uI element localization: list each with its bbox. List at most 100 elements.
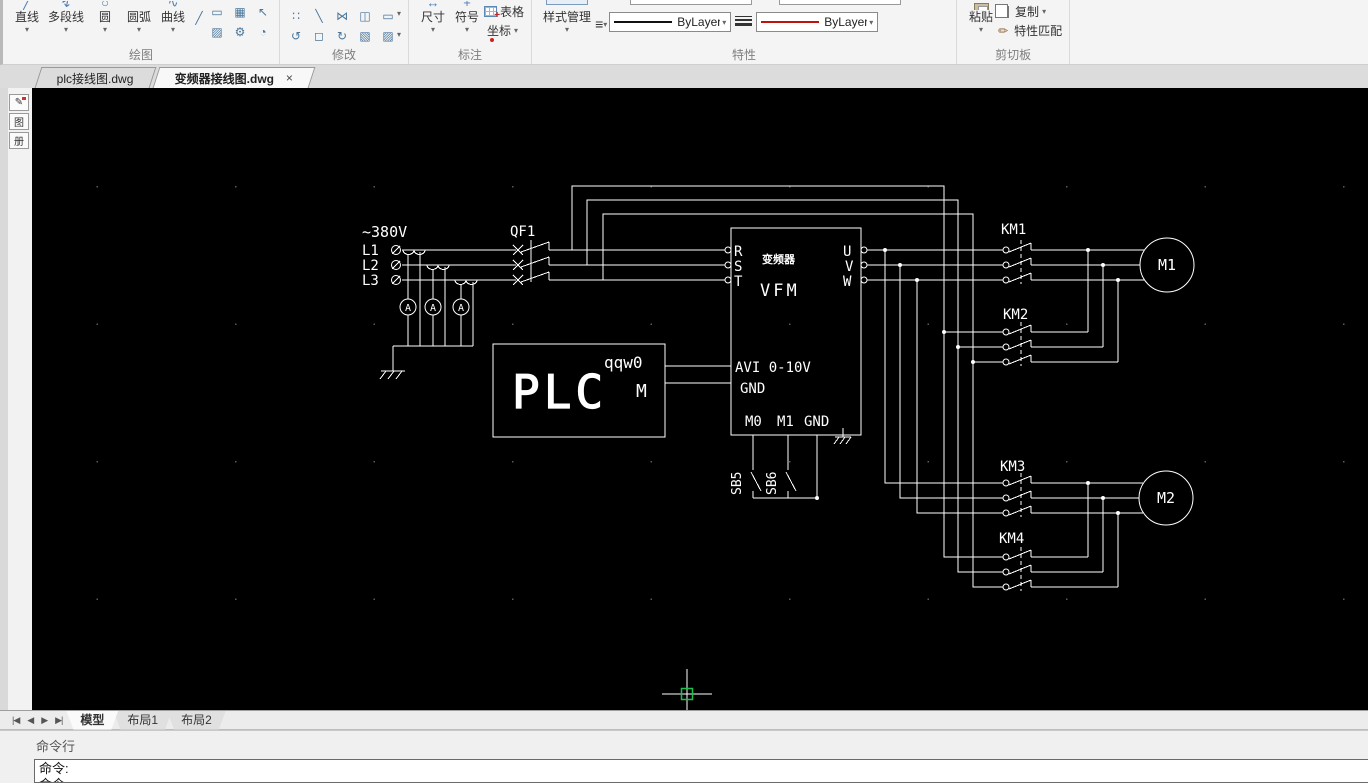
polyline-tool-button[interactable]: ↯ 多段线 ▾ (44, 1, 88, 34)
table-icon (484, 6, 497, 17)
doc-tab-plc[interactable]: plc接线图.dwg (35, 67, 157, 88)
wire-vfm-bottom (751, 435, 817, 498)
chevron-down-icon: ▾ (1042, 7, 1046, 16)
arc-tool-button[interactable]: ⌒ 圆弧 ▾ (122, 1, 156, 34)
nav-first-icon[interactable]: |◀ (12, 715, 19, 726)
tab-layout1[interactable]: 布局1 (113, 711, 172, 730)
coordinate-button[interactable]: 坐标 ▾ (484, 21, 524, 40)
close-icon[interactable]: × (286, 71, 293, 85)
chevron-down-icon: ▾ (514, 26, 518, 35)
chevron-down-icon: ▾ (431, 25, 435, 34)
fillet-tool-button[interactable]: ◻ (310, 27, 328, 45)
doc-tab-inverter[interactable]: 变频器接线图.dwg × (152, 67, 315, 88)
vfm-terminal-u (861, 247, 867, 253)
schematic-label: GND (804, 414, 829, 430)
layout-tabbar: |◀ ◀ ▶ ▶| 模型 布局1 布局2 (0, 710, 1368, 730)
chevron-down-icon: ▾ (103, 25, 107, 34)
sheet-tool-icon[interactable]: 图 (9, 113, 29, 130)
move-tool-button[interactable]: ∷ (287, 7, 305, 25)
copy-button[interactable]: 复制 ▾ (998, 2, 1062, 21)
annotate-tool-icon[interactable]: ✎ (9, 94, 29, 111)
schematic-label: qqw0 (604, 353, 643, 372)
color-combo-partial (779, 0, 901, 5)
album-tool-icon[interactable]: 册 (9, 132, 29, 149)
schematic-label: KM3 (1000, 459, 1025, 475)
panel-label-draw: 绘图 (3, 46, 279, 63)
linestyle-button[interactable]: ≡ ▾ (595, 16, 607, 32)
nav-last-icon[interactable]: ▶| (55, 715, 62, 726)
schematic-label: M2 (1157, 489, 1175, 507)
panel-label-modify: 修改 (280, 46, 408, 63)
scale-tool-button[interactable]: ▭ (379, 7, 397, 25)
nav-next-icon[interactable]: ▶ (41, 715, 47, 726)
ribbon: ╱ 直线 ▾ ↯ 多段线 ▾ ○ 圆 ▾ ⌒ 圆弧 ▾ ∿ 曲线 (0, 0, 1368, 65)
hatch-tool-button[interactable]: ▨ (208, 23, 226, 41)
schematic-label: M (636, 381, 647, 402)
array-tool-button[interactable]: ▧ (356, 27, 374, 45)
schematic-label: L1 (362, 243, 379, 259)
schematic-label: R (734, 244, 743, 260)
tab-model[interactable]: 模型 (66, 711, 118, 730)
rectangle-tool-button[interactable]: ▭ (208, 3, 226, 21)
line-type-select[interactable]: ByLayer ▾ (756, 12, 878, 32)
spline-tool-button[interactable]: ∿ 曲线 ▾ (156, 1, 190, 34)
chevron-down-icon[interactable]: ▾ (397, 9, 401, 18)
km1-contact (1003, 247, 1009, 253)
left-toolbar: ✎ 图 册 (0, 88, 32, 710)
nav-prev-icon[interactable]: ◀ (27, 715, 33, 726)
km1-contact (1003, 262, 1009, 268)
km3-contact (1003, 480, 1009, 486)
chevron-down-icon: ▾ (722, 18, 726, 27)
construction-line-button[interactable]: ╱ (190, 9, 208, 27)
style-manager-button[interactable]: 样式管理 ▾ (539, 1, 595, 34)
schematic-label: U (843, 244, 851, 260)
panel-clipboard: 粘贴 ▾ 复制 ▾ ✏ 特性匹配 剪切板 (957, 0, 1070, 64)
schematic-label: KM1 (1001, 222, 1026, 238)
rotate-tool-button[interactable]: ↺ (287, 27, 305, 45)
dimension-button[interactable]: ↔ 尺寸 ▾ (416, 1, 450, 34)
dimension-icon: ↔ (427, 1, 440, 10)
command-panel-titlebar: 命令行 (0, 730, 1368, 759)
crosshair-cursor (662, 669, 712, 710)
command-panel-title: 命令行 (36, 736, 75, 755)
rotate-copy-tool-button[interactable]: ↻ (333, 27, 351, 45)
match-properties-button[interactable]: ✏ 特性匹配 (998, 21, 1062, 40)
command-input[interactable]: 命令: 命令: (34, 759, 1368, 783)
erase-tool-button[interactable]: ╲ (310, 7, 328, 25)
ribbon-empty-area (1070, 0, 1368, 64)
cad-app-window: ╱ 直线 ▾ ↯ 多段线 ▾ ○ 圆 ▾ ⌒ 圆弧 ▾ ∿ 曲线 (0, 0, 1368, 783)
select-arrow-icon[interactable]: ↖ (254, 3, 272, 21)
km3-contact (1003, 495, 1009, 501)
symbol-icon: + (463, 1, 471, 10)
circle-tool-button[interactable]: ○ 圆 ▾ (88, 1, 122, 34)
drawing-canvas[interactable]: ~380VL1L2L3QF1PLCqqw0MRST变频器VFMUVWAVI 0-… (32, 88, 1368, 710)
vfm-terminal-t (725, 277, 731, 283)
style-manager-icon-partial (546, 0, 588, 5)
layer-combo-partial (630, 0, 752, 5)
chevron-down-icon[interactable]: ▾ (397, 30, 401, 39)
viewport-tool-button[interactable]: ▦ (231, 3, 249, 21)
hatch-edit-tool-button[interactable]: ▨ (379, 27, 397, 45)
line-color-select[interactable]: ByLayer ▾ (609, 12, 731, 32)
arc-icon: ⌒ (133, 1, 146, 10)
block-tool-button[interactable]: ⚙ (231, 23, 249, 41)
offset-tool-button[interactable]: ◫ (356, 7, 374, 25)
schematic-label: A (458, 303, 464, 314)
line-tool-button[interactable]: ╱ 直线 ▾ (10, 1, 44, 34)
panel-label-clipboard: 剪切板 (957, 46, 1069, 63)
symbol-button[interactable]: + 符号 ▾ (450, 1, 484, 34)
table-button[interactable]: 表格 (484, 2, 524, 21)
region-tool-button[interactable]: ◔ (254, 23, 272, 41)
schematic-label: KM4 (999, 531, 1024, 547)
schematic-label: GND (740, 381, 765, 397)
schematic-label: M1 (777, 414, 794, 430)
schematic-label: W (843, 274, 852, 290)
grid-dots (97, 186, 1345, 600)
wire-km2-out (1031, 250, 1118, 362)
mirror-tool-button[interactable]: ⋈ (333, 7, 351, 25)
tab-layout2[interactable]: 布局2 (167, 711, 226, 730)
document-tabbar: plc接线图.dwg 变频器接线图.dwg × (0, 65, 1368, 88)
chevron-down-icon: ▾ (603, 20, 607, 29)
lineweight-icon[interactable] (735, 16, 752, 28)
paste-button[interactable]: 粘贴 ▾ (964, 1, 998, 34)
